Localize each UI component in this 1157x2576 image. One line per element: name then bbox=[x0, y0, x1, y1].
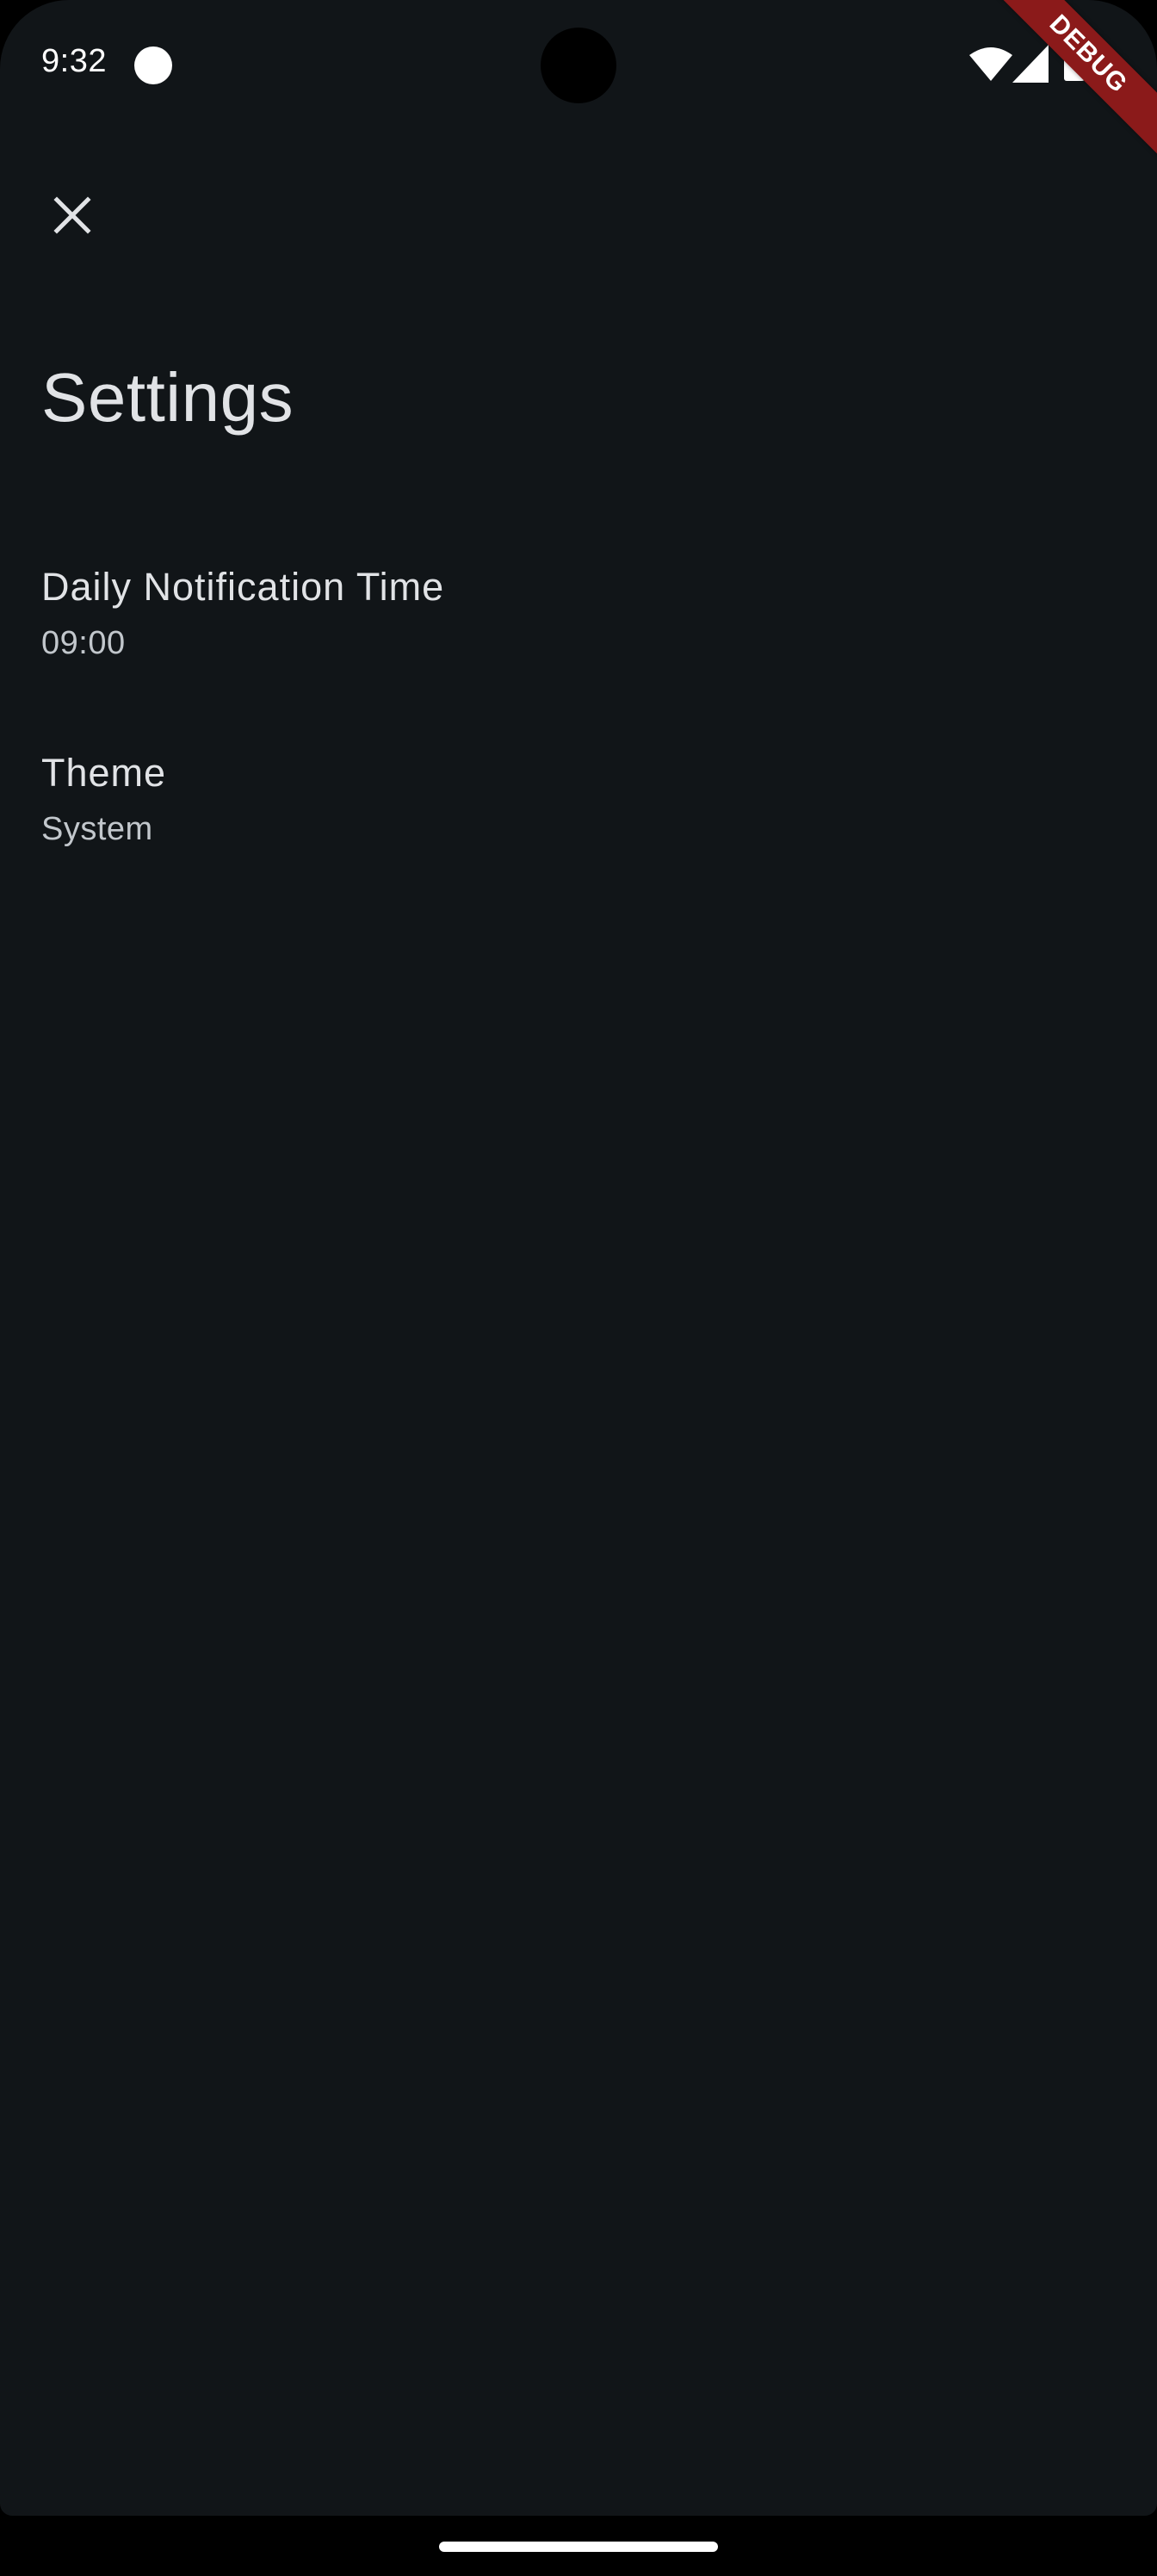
settings-item-value: 09:00 bbox=[41, 625, 126, 661]
settings-item-value: System bbox=[41, 811, 153, 847]
close-icon bbox=[53, 196, 91, 234]
settings-item-title: Theme bbox=[41, 751, 167, 795]
settings-item-theme[interactable]: Theme System bbox=[0, 725, 1157, 897]
notification-dot-icon bbox=[134, 46, 172, 84]
app-screen: 9:32 DEBUG Settings Daily Notification T… bbox=[0, 0, 1157, 2516]
gesture-nav-handle[interactable] bbox=[439, 2542, 718, 2552]
settings-item-notification-time[interactable]: Daily Notification Time 09:00 bbox=[0, 539, 1157, 711]
settings-item-title: Daily Notification Time bbox=[41, 565, 445, 609]
cellular-signal-icon bbox=[1012, 45, 1049, 83]
camera-cutout bbox=[541, 28, 616, 103]
close-button[interactable] bbox=[34, 177, 110, 253]
status-bar: 9:32 bbox=[0, 0, 1157, 129]
page-title: Settings bbox=[41, 359, 294, 436]
status-time: 9:32 bbox=[41, 43, 107, 79]
wifi-icon bbox=[969, 47, 1012, 81]
